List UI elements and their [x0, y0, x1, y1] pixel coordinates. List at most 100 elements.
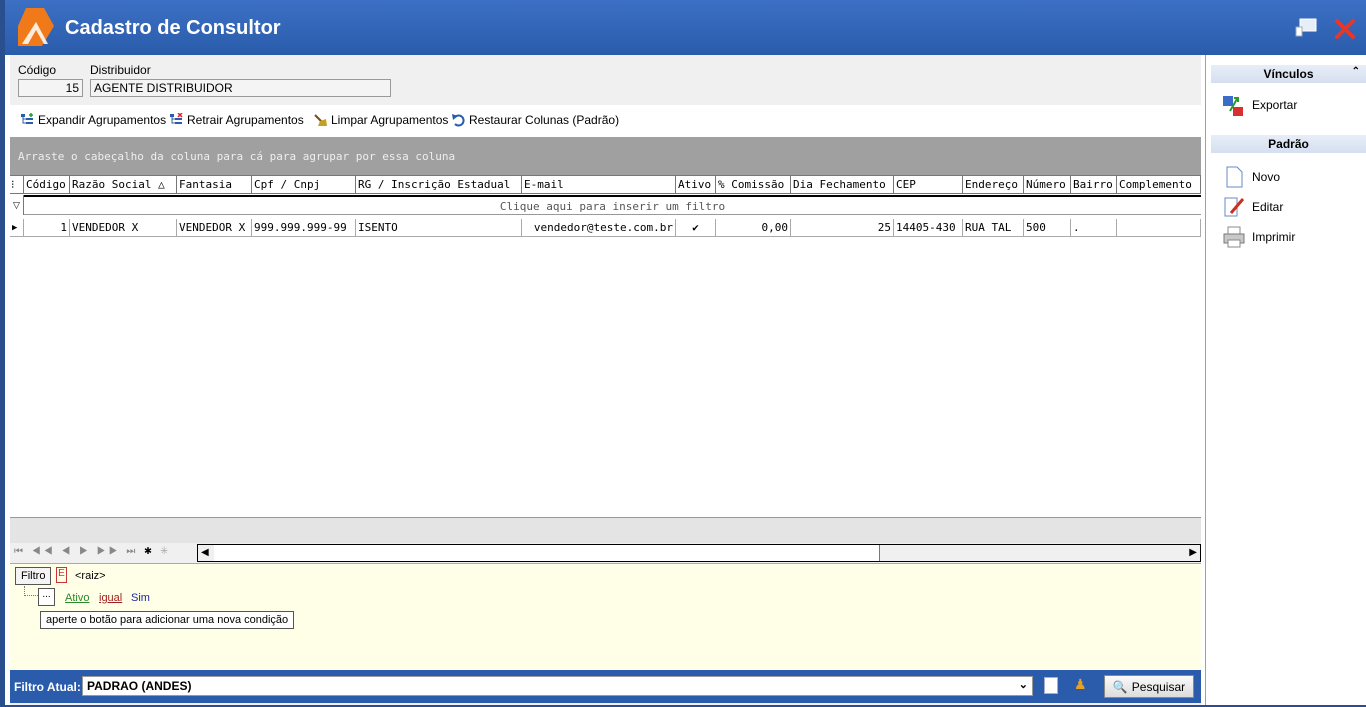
- scrollbar-thumb[interactable]: [214, 545, 880, 561]
- search-icon: 🔍: [1112, 679, 1128, 694]
- filter-panel: Filtro E <raiz> ... Ativo igual Sim aper…: [10, 563, 1201, 670]
- printer-icon: [1223, 226, 1245, 248]
- current-filter-label: Filtro Atual:: [14, 680, 81, 694]
- clear-groups-button[interactable]: Limpar Agrupamentos: [313, 113, 448, 127]
- clear-groups-label: Limpar Agrupamentos: [331, 113, 449, 127]
- cell-complemento[interactable]: [1117, 219, 1201, 237]
- cell-ativo-checkbox[interactable]: ✔: [676, 219, 716, 237]
- scroll-right-icon[interactable]: ▶: [1189, 547, 1197, 558]
- navigator-bar: ⏮ ◀◀ ◀ ▶ ▶▶ ⏭ ✱ ✳ ◀ ▶: [10, 543, 1201, 563]
- column-header[interactable]: E-mail: [522, 176, 676, 194]
- tree-connector: [24, 586, 38, 596]
- codigo-label: Código: [18, 63, 57, 77]
- condition-value[interactable]: Sim: [131, 592, 150, 604]
- column-header[interactable]: Código: [24, 176, 70, 194]
- new-document-icon: [1226, 166, 1243, 188]
- export-icon: [1223, 96, 1243, 116]
- filter-root-label[interactable]: <raiz>: [75, 570, 106, 582]
- grouping-toolbar: Expandir Agrupamentos Retrair Agrupament…: [10, 105, 1201, 137]
- main-panel: Código 15 Distribuidor AGENTE DISTRIBUID…: [10, 55, 1201, 705]
- search-button-label: Pesquisar: [1131, 679, 1186, 694]
- column-header[interactable]: Razão Social △: [70, 176, 177, 194]
- filter-root-icon[interactable]: E: [56, 567, 67, 583]
- expand-tree-icon: [21, 113, 33, 124]
- side-panel: Vínculos ⌃ Exportar Padrão Novo Editar I…: [1205, 55, 1366, 705]
- column-header[interactable]: RG / Inscrição Estadual: [356, 176, 522, 194]
- vinculos-header[interactable]: Vínculos ⌃: [1211, 65, 1366, 83]
- new-label: Novo: [1252, 170, 1281, 184]
- filter-row-icon: ▽: [10, 195, 24, 215]
- record-navigator[interactable]: ⏮ ◀◀ ◀ ▶ ▶▶ ⏭ ✱ ✳: [14, 546, 171, 557]
- horizontal-scrollbar[interactable]: ◀ ▶: [197, 544, 1201, 562]
- export-label: Exportar: [1252, 98, 1298, 112]
- expand-groups-button[interactable]: Expandir Agrupamentos: [20, 113, 166, 127]
- add-condition-button[interactable]: ...: [38, 588, 55, 606]
- cell-cep[interactable]: 14405-430: [894, 219, 963, 237]
- distribuidor-label: Distribuidor: [90, 63, 151, 77]
- column-header[interactable]: Bairro: [1071, 176, 1117, 194]
- collapse-tree-icon: [170, 113, 183, 124]
- expand-groups-label: Expandir Agrupamentos: [38, 113, 167, 127]
- condition-operator[interactable]: igual: [99, 592, 122, 604]
- column-header[interactable]: CEP: [894, 176, 963, 194]
- column-header[interactable]: Número: [1024, 176, 1071, 194]
- main-window: Cadastro de Consultor Código 15 Distribu…: [0, 0, 1366, 707]
- chevron-down-icon[interactable]: ⌄: [1019, 678, 1028, 691]
- column-header[interactable]: Complemento: [1117, 176, 1201, 194]
- edit-label: Editar: [1252, 200, 1284, 214]
- padrao-header[interactable]: Padrão: [1211, 135, 1366, 153]
- print-button[interactable]: Imprimir: [1222, 225, 1295, 249]
- add-condition-tooltip: aperte o botão para adicionar uma nova c…: [40, 611, 295, 629]
- condition-field[interactable]: Ativo: [65, 592, 89, 604]
- window-title: Cadastro de Consultor: [65, 17, 281, 39]
- title-bar: Cadastro de Consultor: [5, 0, 1366, 55]
- group-by-area[interactable]: Arraste o cabeçalho da coluna para cá pa…: [10, 137, 1201, 175]
- restore-window-icon[interactable]: [1295, 18, 1317, 38]
- row-indicator-icon: ▶: [10, 219, 24, 237]
- broom-icon: [314, 114, 327, 126]
- codigo-field[interactable]: 15: [18, 79, 83, 97]
- grid-footer: [10, 517, 1201, 543]
- cell-razao-social[interactable]: VENDEDOR X: [70, 219, 177, 237]
- cell-codigo[interactable]: 1: [24, 219, 70, 237]
- column-chooser-icon[interactable]: ⁝: [10, 176, 24, 194]
- cell-bairro[interactable]: .: [1071, 219, 1117, 237]
- cell-endereco[interactable]: RUA TAL: [963, 219, 1024, 237]
- collapse-groups-label: Retrair Agrupamentos: [187, 113, 304, 127]
- cell-comissao[interactable]: 0,00: [716, 219, 791, 237]
- column-header[interactable]: Dia Fechamento: [791, 176, 894, 194]
- filter-button[interactable]: Filtro: [15, 567, 52, 585]
- cell-rg[interactable]: ISENTO: [356, 219, 522, 237]
- collapse-icon[interactable]: ⌃: [1352, 66, 1360, 77]
- current-filter-select[interactable]: PADRAO (ANDES) ⌄: [82, 676, 1033, 696]
- cell-numero[interactable]: 500: [1024, 219, 1071, 237]
- cell-cpf-cnpj[interactable]: 999.999.999-99: [252, 219, 356, 237]
- filter-row[interactable]: Clique aqui para inserir um filtro: [24, 195, 1201, 215]
- column-header[interactable]: Cpf / Cnpj: [252, 176, 356, 194]
- new-document-icon[interactable]: [1044, 677, 1058, 694]
- print-label: Imprimir: [1252, 230, 1296, 244]
- save-filter-icon[interactable]: ♟: [1074, 676, 1087, 693]
- undo-arrow-icon: [452, 114, 465, 127]
- edit-button[interactable]: Editar: [1222, 195, 1283, 219]
- cell-fantasia[interactable]: VENDEDOR X: [177, 219, 252, 237]
- column-header[interactable]: Endereço: [963, 176, 1024, 194]
- restore-columns-button[interactable]: Restaurar Colunas (Padrão): [451, 113, 619, 127]
- column-header[interactable]: Ativo: [676, 176, 716, 194]
- status-bar: Filtro Atual: PADRAO (ANDES) ⌄ ♟ 🔍 Pesqu…: [10, 670, 1201, 703]
- collapse-groups-button[interactable]: Retrair Agrupamentos: [169, 113, 304, 127]
- current-filter-value: PADRAO (ANDES): [87, 679, 192, 693]
- new-button[interactable]: Novo: [1222, 165, 1280, 189]
- cell-dia-fechamento[interactable]: 25: [791, 219, 894, 237]
- column-header[interactable]: % Comissão: [716, 176, 791, 194]
- vinculos-label: Vínculos: [1263, 67, 1314, 81]
- close-icon[interactable]: [1334, 18, 1356, 40]
- cell-email[interactable]: vendedor@teste.com.br: [522, 219, 676, 237]
- column-header[interactable]: Fantasia: [177, 176, 252, 194]
- distribuidor-field[interactable]: AGENTE DISTRIBUIDOR: [90, 79, 391, 97]
- search-button[interactable]: 🔍 Pesquisar: [1104, 675, 1194, 698]
- app-logo-icon: [18, 8, 54, 46]
- scroll-left-icon[interactable]: ◀: [201, 547, 209, 558]
- edit-pencil-icon: [1224, 197, 1245, 217]
- export-button[interactable]: Exportar: [1222, 93, 1297, 117]
